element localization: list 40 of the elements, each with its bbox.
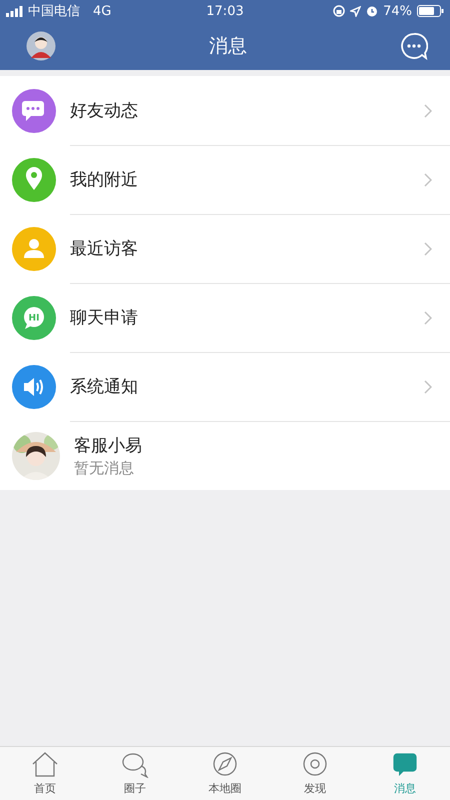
clock-time: 17:03 xyxy=(206,4,244,18)
message-icon xyxy=(391,751,419,778)
item-label: 最近访客 xyxy=(70,238,139,260)
item-label: 好友动态 xyxy=(70,100,139,122)
compass-icon xyxy=(211,751,239,778)
item-label: 我的附近 xyxy=(70,169,139,191)
list-item[interactable]: 客服小易 暂无消息 xyxy=(0,421,450,490)
house-icon xyxy=(31,751,59,778)
nav-tab[interactable]: 发现 xyxy=(270,747,360,800)
list-item[interactable]: HI 聊天申请 xyxy=(0,283,450,352)
item-label: 聊天申请 xyxy=(70,307,139,329)
rotation-lock-icon xyxy=(333,5,346,17)
chevron-icon xyxy=(424,104,432,118)
nav-tab[interactable]: 首页 xyxy=(0,747,90,800)
chevron-icon xyxy=(424,172,432,186)
list-item[interactable]: 系统通知 xyxy=(0,352,450,421)
page-title: 消息 xyxy=(208,34,248,59)
alarm-icon xyxy=(366,5,378,17)
chat-bubble-icon[interactable] xyxy=(400,32,428,60)
list-item[interactable]: 好友动态 xyxy=(0,76,450,145)
ring-icon xyxy=(301,751,329,778)
list-item[interactable]: 我的附近 xyxy=(0,145,450,214)
network-type: 4G xyxy=(93,4,112,18)
avatar-icon[interactable] xyxy=(26,31,56,61)
list-item[interactable]: 最近访客 xyxy=(0,214,450,283)
message-preview: 暂无消息 xyxy=(74,458,135,478)
battery-percent: 74% xyxy=(383,4,412,18)
carrier-name: 中国电信 xyxy=(28,3,80,20)
location-arrow-icon xyxy=(350,6,362,16)
nav-tab[interactable]: 本地圈 xyxy=(180,747,270,800)
item-label: 系统通知 xyxy=(70,376,139,398)
icon-text: HI xyxy=(28,313,40,323)
chevron-icon xyxy=(424,310,432,324)
chevron-icon xyxy=(424,242,432,256)
chevron-icon xyxy=(424,380,432,394)
speech-bubbles-icon xyxy=(121,751,149,778)
signal-icon xyxy=(6,6,23,16)
contact-name: 客服小易 xyxy=(74,434,143,456)
nav-tab[interactable]: 圈子 xyxy=(90,747,180,800)
battery-icon xyxy=(417,5,444,17)
